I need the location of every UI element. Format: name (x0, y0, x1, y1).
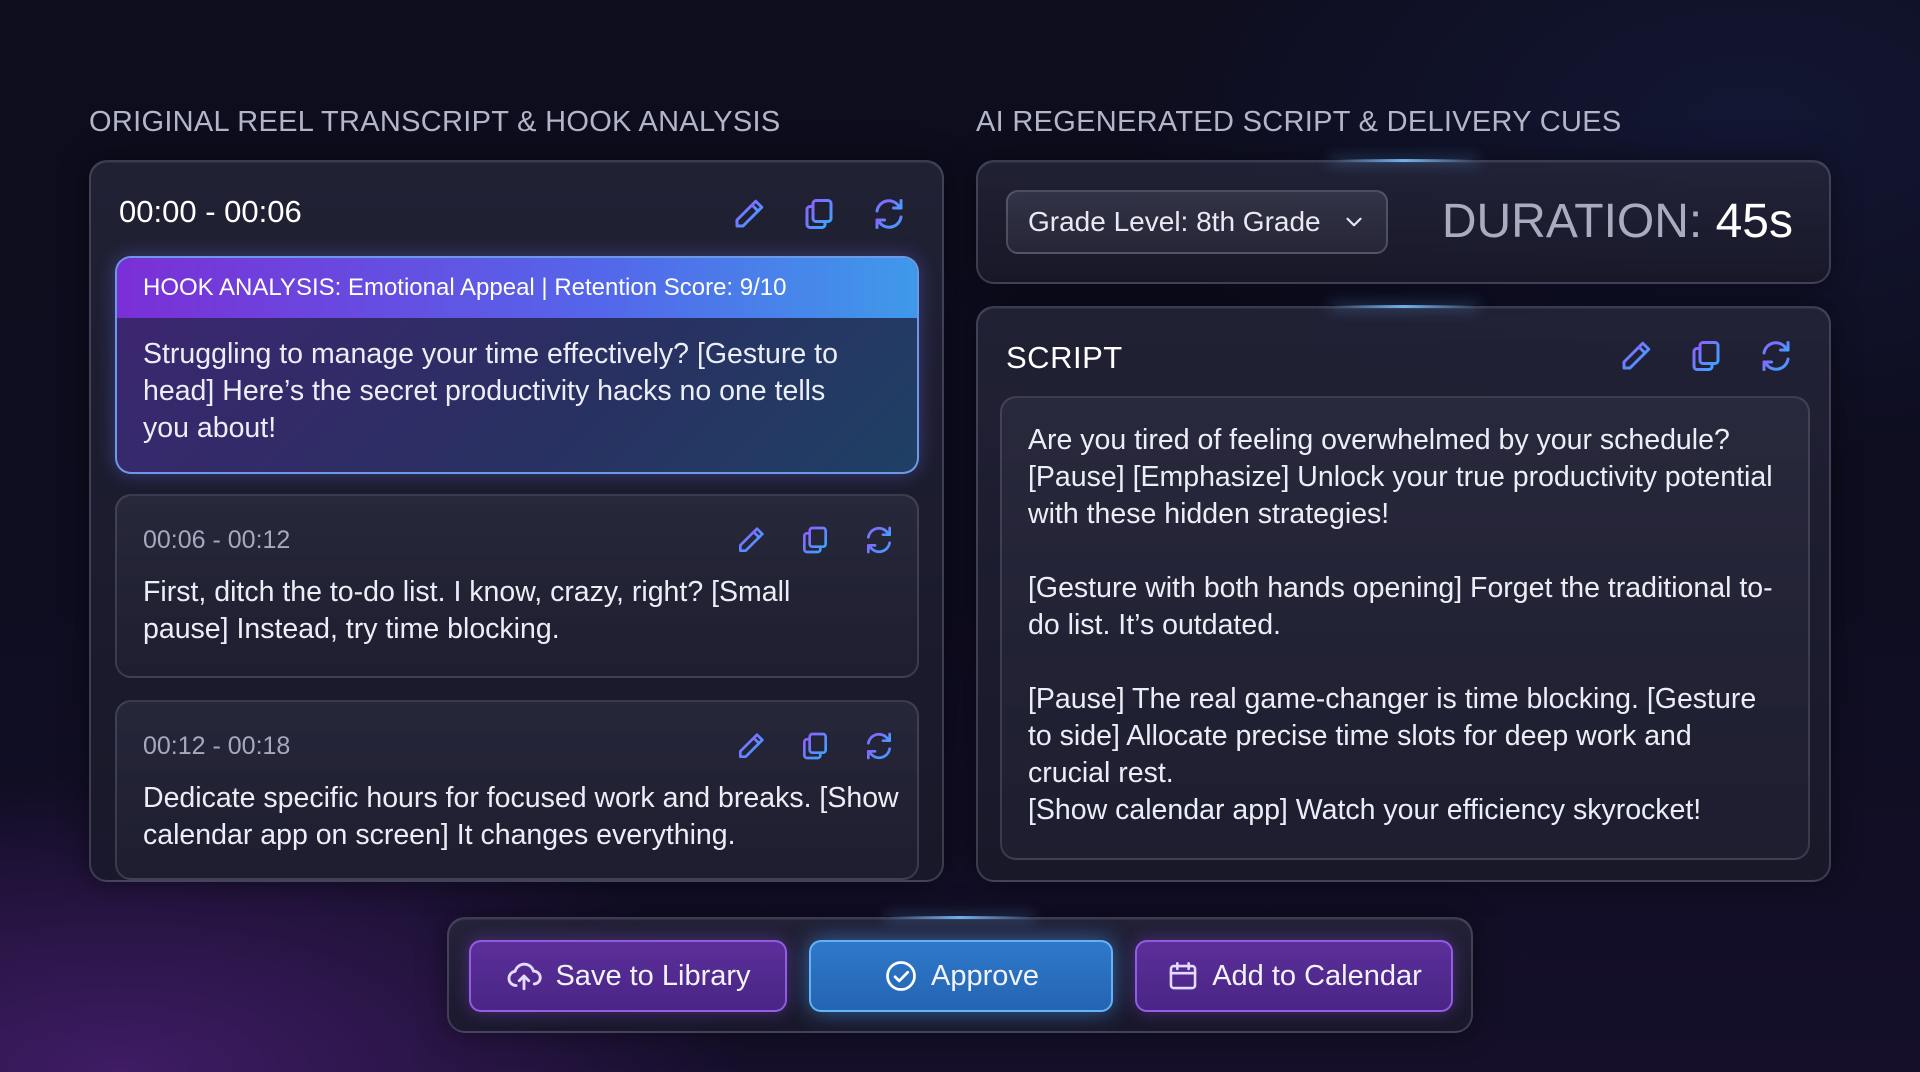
approve-label: Approve (930, 959, 1039, 992)
script-paragraph-2: [Gesture with both hands opening] Forget… (1028, 572, 1773, 641)
segment-1-edit-button[interactable] (727, 192, 771, 236)
copy-icon (803, 526, 827, 554)
duration-display: DURATION: 45s (1442, 192, 1793, 252)
segment-2-card[interactable]: 00:06 - 00:12 First, ditch the to-do lis… (115, 494, 919, 678)
script-title: SCRIPT (1006, 340, 1123, 375)
duration-value: 45s (1715, 195, 1793, 248)
duration-label: DURATION: (1441, 195, 1703, 248)
script-edit-button[interactable] (1614, 334, 1658, 378)
save-to-library-label: Save to Library (555, 959, 751, 992)
pencil-icon (735, 199, 764, 228)
copy-icon (805, 199, 833, 229)
segment-3-copy-button[interactable] (793, 724, 837, 768)
chevron-down-icon (1346, 217, 1362, 227)
segment-2-text: First, ditch the to-do list. I know, cra… (143, 576, 791, 645)
calendar-icon (1169, 961, 1197, 990)
refresh-icon (1762, 341, 1790, 371)
refresh-icon (875, 199, 903, 229)
segment-2-time: 00:06 - 00:12 (143, 526, 291, 554)
transcript-panel: 00:00 - 00:06 HOOK ANALYSIS: Emotional A… (89, 160, 944, 882)
refresh-icon (867, 526, 891, 554)
hook-analysis-card[interactable]: HOOK ANALYSIS: Emotional Appeal | Retent… (115, 256, 919, 474)
pencil-icon (739, 527, 764, 552)
segment-1-regenerate-button[interactable] (867, 192, 911, 236)
grade-level-value: Grade Level: 8th Grade (1028, 206, 1321, 237)
hook-analysis-label: HOOK ANALYSIS: Emotional Appeal | Retent… (117, 258, 917, 318)
right-section-title: AI REGENERATED SCRIPT & DELIVERY CUES (976, 106, 1622, 138)
script-paragraph-1: Are you tired of feeling overwhelmed by … (1028, 424, 1773, 530)
segment-1-time: 00:00 - 00:06 (119, 194, 302, 229)
grade-level-select[interactable]: Grade Level: 8th Grade (1006, 190, 1388, 254)
left-section-title: ORIGINAL REEL TRANSCRIPT & HOOK ANALYSIS (89, 106, 781, 138)
segment-3-regenerate-button[interactable] (857, 724, 901, 768)
copy-icon (1692, 341, 1720, 371)
cloud-upload-icon (508, 962, 543, 991)
segment-2-regenerate-button[interactable] (857, 518, 901, 562)
segment-2-edit-button[interactable] (729, 518, 773, 562)
copy-icon (803, 732, 827, 760)
script-panel: SCRIPT Are you tired of feeling overwhel… (976, 305, 1831, 882)
segment-3-text: Dedicate specific hours for focused work… (143, 782, 899, 851)
save-to-library-button[interactable]: Save to Library (469, 940, 787, 1012)
script-paragraph-3: [Pause] The real game-changer is time bl… (1028, 683, 1757, 826)
action-bar: Save to Library Approve Add to Calendar (447, 916, 1473, 1033)
script-regenerate-button[interactable] (1754, 334, 1798, 378)
settings-panel: Grade Level: 8th Grade DURATION: 45s (976, 159, 1831, 284)
check-circle-icon (886, 961, 916, 991)
script-copy-button[interactable] (1684, 334, 1728, 378)
segment-3-card[interactable]: 00:12 - 00:18 Dedicate specific hours fo… (115, 700, 919, 880)
segment-1-text: Struggling to manage your time effective… (143, 338, 838, 444)
add-to-calendar-button[interactable]: Add to Calendar (1135, 940, 1453, 1012)
refresh-icon (867, 732, 891, 760)
add-to-calendar-label: Add to Calendar (1212, 959, 1422, 992)
pencil-icon (739, 733, 764, 758)
script-text-area[interactable]: Are you tired of feeling overwhelmed by … (1000, 396, 1810, 860)
segment-1-copy-button[interactable] (797, 192, 841, 236)
segment-3-time: 00:12 - 00:18 (143, 732, 291, 760)
segment-2-copy-button[interactable] (793, 518, 837, 562)
pencil-icon (1622, 341, 1651, 370)
segment-3-edit-button[interactable] (729, 724, 773, 768)
approve-button[interactable]: Approve (809, 940, 1113, 1012)
